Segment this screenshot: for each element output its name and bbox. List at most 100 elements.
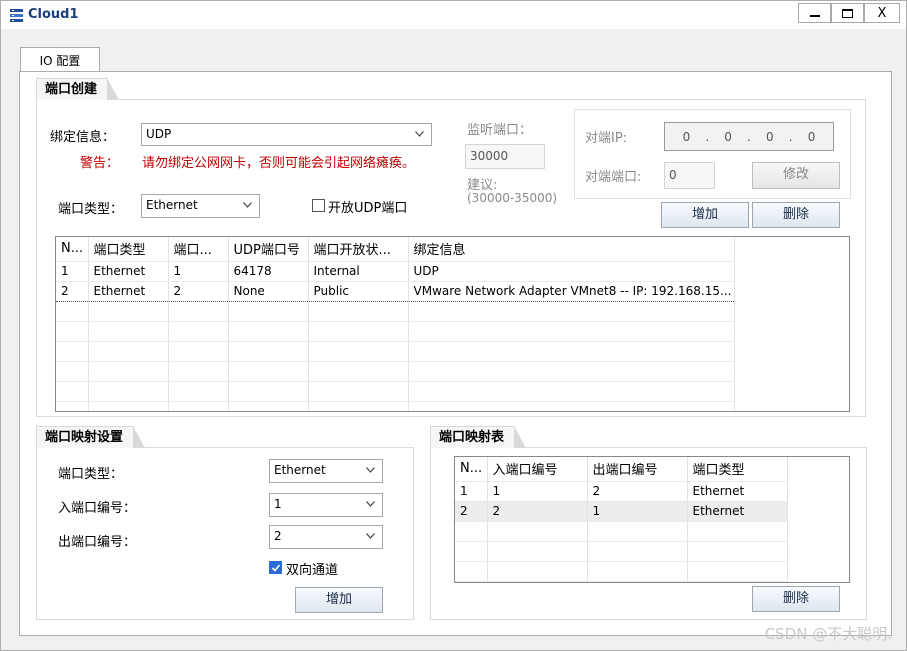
in-port-select[interactable]: 1 (269, 493, 383, 517)
tab-io-config[interactable]: IO 配置 (20, 47, 100, 72)
port-type-select[interactable]: Ethernet (141, 194, 260, 218)
peer-port-label: 对端端口: (585, 170, 642, 185)
mapping-port-type-select[interactable]: Ethernet (269, 459, 383, 483)
column-header[interactable]: UDP端口号 (228, 237, 309, 262)
bidirectional-label: 双向通道 (286, 563, 339, 578)
table-cell: None (228, 280, 309, 302)
cloud-app-icon (10, 9, 23, 22)
empty-row (56, 341, 735, 362)
port-table[interactable]: N... 端口类型 端口... UDP端口号 端口开放状... 绑定信息 1 E… (55, 236, 850, 412)
listen-port-label: 监听端口： (467, 123, 533, 138)
window-title: Cloud1 (28, 7, 79, 22)
title-bar: Cloud1 X (1, 1, 906, 29)
column-header[interactable]: 端口类型 (687, 457, 788, 482)
table-cell: UDP (408, 261, 735, 282)
table-cell: 1 (168, 261, 229, 282)
table-cell: Ethernet (687, 481, 788, 502)
table-cell: 2 (56, 280, 89, 302)
column-header[interactable]: 端口类型 (88, 237, 169, 262)
peer-ip-octet-4: 0 (807, 129, 816, 144)
add-port-button[interactable]: 增加 (661, 202, 749, 228)
table-cell: 1 (455, 481, 488, 502)
in-port-value: 1 (274, 497, 282, 511)
mapping-table[interactable]: N... 入端口编号 出端口编号 端口类型 1 1 2 Ethernet 2 2… (454, 456, 850, 583)
table-cell: Internal (308, 261, 409, 282)
watermark: CSDN @不大聪明. (764, 625, 892, 643)
empty-row (56, 301, 735, 322)
chevron-down-icon (366, 467, 375, 473)
mapping-table-header: 端口映射表 (430, 426, 527, 448)
mapping-table-grid: N... 入端口编号 出端口编号 端口类型 1 1 2 Ethernet 2 2… (455, 457, 788, 582)
peer-ip-octet-2: 0 (724, 129, 732, 144)
table-cell: 2 (587, 481, 688, 502)
table-cell: 2 (487, 501, 588, 522)
bind-info-label: 绑定信息： (50, 130, 116, 145)
modify-button[interactable]: 修改 (752, 162, 840, 189)
out-port-label: 出端口编号： (58, 535, 137, 550)
checkmark-icon (271, 564, 281, 572)
suggest-range: (30000-35000) (467, 191, 558, 205)
open-udp-label: 开放UDP端口 (328, 201, 408, 216)
bind-info-value: UDP (146, 127, 172, 141)
delete-port-button[interactable]: 删除 (752, 202, 840, 228)
add-mapping-button[interactable]: 增加 (295, 587, 383, 613)
warning-label: 警告： (80, 156, 120, 171)
table-cell: Ethernet (687, 501, 788, 522)
peer-ip-octet-3: 0 (766, 129, 774, 144)
cloud1-window: Cloud1 X IO 配置 端口创建 绑定信息： UDP 警告： 请勿绑定公网… (0, 0, 907, 651)
column-header[interactable]: N... (56, 237, 89, 262)
column-header[interactable]: 出端口编号 (587, 457, 688, 482)
empty-row (455, 521, 788, 542)
port-table-grid: N... 端口类型 端口... UDP端口号 端口开放状... 绑定信息 1 E… (56, 237, 735, 411)
empty-row (56, 401, 735, 411)
empty-row (455, 541, 788, 562)
chevron-down-icon (243, 202, 252, 208)
open-udp-checkbox[interactable] (312, 199, 325, 212)
table-cell: 1 (587, 501, 688, 522)
peer-port-input[interactable]: 0 (664, 162, 715, 189)
column-header[interactable]: N... (455, 457, 488, 482)
chevron-down-icon (366, 501, 375, 507)
empty-row (56, 321, 735, 342)
mapping-table-header-row: N... 入端口编号 出端口编号 端口类型 (455, 457, 788, 482)
port-table-header: N... 端口类型 端口... UDP端口号 端口开放状... 绑定信息 (56, 237, 735, 262)
table-cell: Ethernet (88, 261, 169, 282)
mapping-port-type-label: 端口类型： (58, 467, 124, 482)
table-cell: 2 (168, 280, 229, 302)
minimize-icon (809, 15, 820, 17)
warning-text: 请勿绑定公网网卡，否则可能会引起网络瘫痪。 (142, 156, 416, 171)
peer-ip-input[interactable]: 0. 0. 0. 0 (664, 122, 834, 151)
delete-mapping-button[interactable]: 删除 (752, 586, 840, 612)
peer-ip-label: 对端IP: (585, 131, 628, 146)
column-header[interactable]: 入端口编号 (487, 457, 588, 482)
table-cell: 1 (487, 481, 588, 502)
column-header[interactable]: 端口开放状... (308, 237, 409, 262)
column-header[interactable]: 绑定信息 (408, 237, 735, 262)
table-row[interactable]: 1 1 2 Ethernet (455, 481, 788, 502)
table-row[interactable]: 2 2 1 Ethernet (455, 501, 788, 522)
port-type-value: Ethernet (146, 198, 198, 212)
maximize-icon (842, 8, 853, 18)
table-cell: Ethernet (88, 280, 169, 302)
out-port-value: 2 (274, 529, 282, 543)
bind-info-select[interactable]: UDP (141, 123, 432, 146)
listen-port-input[interactable]: 30000 (465, 144, 545, 169)
maximize-button[interactable] (831, 3, 864, 23)
mapping-settings-header: 端口映射设置 (36, 426, 146, 448)
close-button[interactable]: X (864, 3, 900, 23)
in-port-label: 入端口编号： (58, 501, 137, 516)
peer-ip-octet-1: 0 (682, 129, 691, 144)
close-icon: X (877, 5, 887, 21)
out-port-select[interactable]: 2 (269, 525, 383, 549)
table-cell: 1 (56, 261, 89, 282)
bidirectional-checkbox[interactable] (269, 561, 282, 574)
table-row[interactable]: 2 Ethernet 2 None Public VMware Network … (56, 280, 735, 302)
port-create-header: 端口创建 (36, 78, 120, 100)
chevron-down-icon (415, 131, 424, 137)
table-cell: VMware Network Adapter VMnet8 -- IP: 192… (408, 280, 735, 302)
empty-row (56, 381, 735, 402)
minimize-button[interactable] (798, 3, 831, 23)
port-type-label: 端口类型： (58, 202, 124, 217)
column-header[interactable]: 端口... (168, 237, 229, 262)
table-row[interactable]: 1 Ethernet 1 64178 Internal UDP (56, 261, 735, 282)
